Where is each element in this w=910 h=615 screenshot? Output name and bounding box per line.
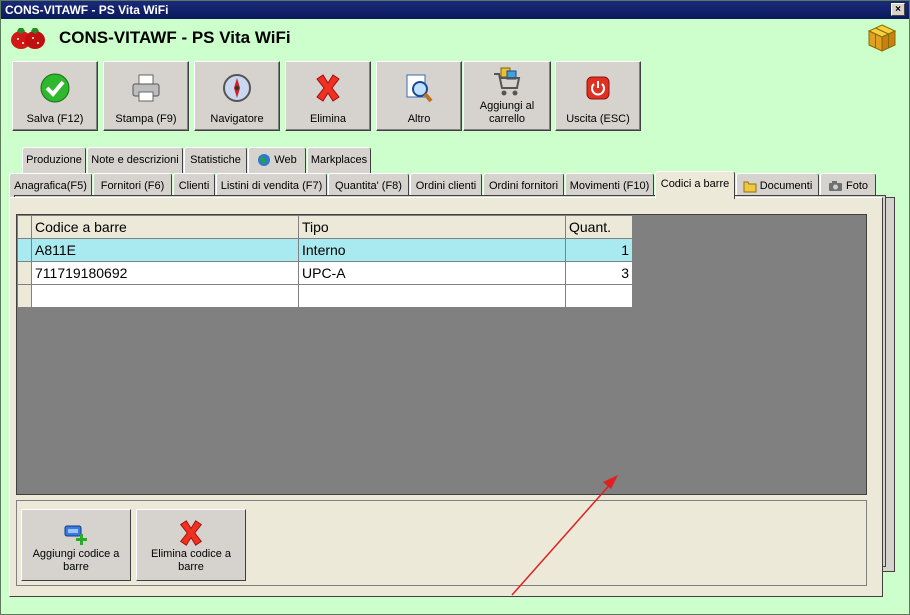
tab-label: Web xyxy=(274,154,297,166)
add-barcode-label: Aggiungi codice a barre xyxy=(32,548,120,573)
tab-label: Foto xyxy=(845,180,868,192)
add-barcode-icon xyxy=(64,525,87,545)
app-title: CONS-VITAWF - PS Vita WiFi xyxy=(59,28,291,47)
row-indicator[interactable] xyxy=(17,284,32,308)
cell-code[interactable]: A811E xyxy=(31,238,299,262)
barcode-table: Codice a barre Tipo Quant. A811E Interno… xyxy=(17,215,633,308)
column-header-quant[interactable]: Quant. xyxy=(565,215,633,239)
tab-label: Fornitori (F6) xyxy=(100,180,165,192)
compass-icon xyxy=(223,74,251,102)
other-button[interactable]: Altro xyxy=(376,61,462,131)
red-x-icon xyxy=(316,74,340,102)
add-to-cart-button[interactable]: Aggiungi al carrello xyxy=(463,61,551,131)
tab-web[interactable]: Web xyxy=(248,147,306,173)
app-window: CONS-VITAWF - PS Vita WiFi × CONS-VITAWF… xyxy=(0,0,910,615)
tab-produzione[interactable]: Produzione xyxy=(22,147,86,173)
add-barcode-button[interactable]: Aggiungi codice a barre xyxy=(21,509,131,581)
row-indicator[interactable] xyxy=(17,238,32,262)
header: CONS-VITAWF - PS Vita WiFi xyxy=(1,19,909,57)
globe-icon xyxy=(258,154,271,167)
exit-label: Uscita (ESC) xyxy=(566,113,630,125)
cell-type[interactable]: Interno xyxy=(298,238,566,262)
camera-icon xyxy=(828,181,842,192)
shopping-cart-icon xyxy=(494,67,521,96)
cell-type[interactable]: UPC-A xyxy=(298,261,566,285)
cell-code[interactable]: 711719180692 xyxy=(31,261,299,285)
table-row[interactable]: A811E Interno 1 xyxy=(17,238,633,262)
other-label: Altro xyxy=(407,113,431,125)
checkmark-icon xyxy=(40,73,70,103)
delete-label: Elimina xyxy=(309,113,347,125)
tab-note-descrizioni[interactable]: Note e descrizioni xyxy=(87,147,183,173)
tab-label: Statistiche xyxy=(190,154,241,166)
navigator-button[interactable]: Navigatore xyxy=(194,61,280,131)
red-x-icon xyxy=(180,520,202,546)
exit-button[interactable]: Uscita (ESC) xyxy=(555,61,641,131)
close-button[interactable]: × xyxy=(891,3,905,16)
row-indicator[interactable] xyxy=(17,261,32,285)
strawberry-icon xyxy=(11,28,45,49)
tab-label: Quantita' (F8) xyxy=(335,180,402,192)
tab-label: Movimenti (F10) xyxy=(569,180,650,192)
tab-label: Codici a barre xyxy=(660,178,730,190)
cell-type[interactable] xyxy=(298,284,566,308)
tab-label: Anagrafica(F5) xyxy=(14,180,87,192)
column-header-tipo[interactable]: Tipo xyxy=(298,215,566,239)
tab-markplaces[interactable]: Markplaces xyxy=(307,147,371,173)
window-title: CONS-VITAWF - PS Vita WiFi xyxy=(5,3,169,17)
add-to-cart-label: Aggiungi al carrello xyxy=(479,100,535,125)
cube-icon[interactable] xyxy=(867,23,897,53)
navigator-label: Navigatore xyxy=(210,113,264,125)
tab-panel-codici-a-barre: Codice a barre Tipo Quant. A811E Interno… xyxy=(9,197,883,597)
tab-label: Markplaces xyxy=(310,154,368,166)
table-row-new[interactable] xyxy=(17,284,633,308)
tab-label: Produzione xyxy=(26,154,82,166)
delete-barcode-label: Elimina codice a barre xyxy=(150,548,232,573)
print-button[interactable]: Stampa (F9) xyxy=(103,61,189,131)
tab-label: Note e descrizioni xyxy=(91,154,179,166)
tab-codici-a-barre[interactable]: Codici a barre xyxy=(655,171,735,199)
search-document-icon xyxy=(406,74,433,103)
tab-label: Ordini fornitori xyxy=(488,180,559,192)
save-label: Salva (F12) xyxy=(26,113,84,125)
tab-label: Documenti xyxy=(759,180,813,192)
table-header-row: Codice a barre Tipo Quant. xyxy=(17,215,633,239)
delete-barcode-button[interactable]: Elimina codice a barre xyxy=(136,509,246,581)
cell-qty[interactable]: 1 xyxy=(565,238,633,262)
cell-qty[interactable] xyxy=(565,284,633,308)
folder-icon xyxy=(743,181,757,193)
column-header-codice[interactable]: Codice a barre xyxy=(31,215,299,239)
table-row[interactable]: 711719180692 UPC-A 3 xyxy=(17,261,633,285)
delete-button[interactable]: Elimina xyxy=(285,61,371,131)
row-indicator-header xyxy=(17,215,32,239)
title-bar: CONS-VITAWF - PS Vita WiFi × xyxy=(1,1,909,19)
tab-label: Ordini clienti xyxy=(415,180,477,192)
power-icon xyxy=(586,76,610,100)
barcode-actions: Aggiungi codice a barre Elimina codice a… xyxy=(16,500,867,586)
print-label: Stampa (F9) xyxy=(115,113,177,125)
cell-code[interactable] xyxy=(31,284,299,308)
save-button[interactable]: Salva (F12) xyxy=(12,61,98,131)
tab-label: Listini di vendita (F7) xyxy=(220,180,323,192)
barcode-grid: Codice a barre Tipo Quant. A811E Interno… xyxy=(16,214,867,495)
tab-statistiche[interactable]: Statistiche xyxy=(184,147,247,173)
tab-label: Clienti xyxy=(178,180,210,192)
printer-icon xyxy=(132,74,160,102)
cell-qty[interactable]: 3 xyxy=(565,261,633,285)
